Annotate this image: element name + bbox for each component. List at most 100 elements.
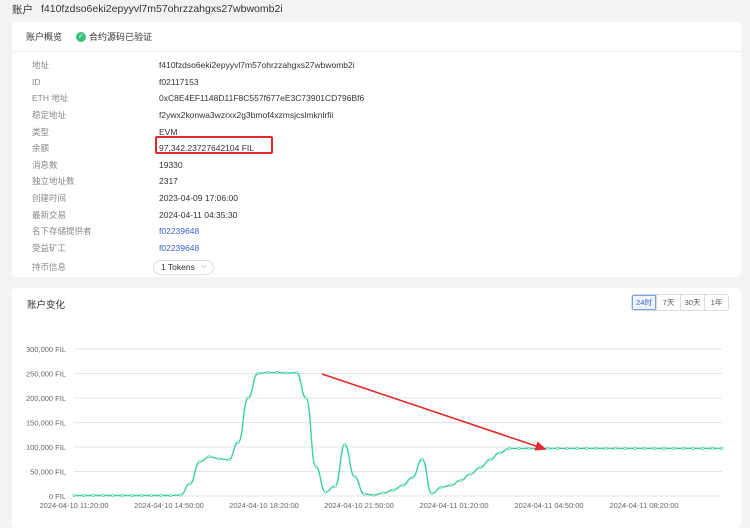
- data-point[interactable]: [449, 483, 453, 487]
- data-point[interactable]: [556, 446, 560, 450]
- data-point[interactable]: [130, 494, 134, 498]
- data-point[interactable]: [401, 483, 405, 487]
- data-point[interactable]: [498, 451, 502, 455]
- data-point[interactable]: [478, 466, 482, 470]
- data-point[interactable]: [381, 491, 385, 495]
- data-point[interactable]: [178, 493, 182, 497]
- info-row-link[interactable]: f02239648: [159, 226, 199, 236]
- info-row-key: ID: [32, 76, 41, 87]
- data-point[interactable]: [701, 446, 705, 450]
- data-point[interactable]: [517, 446, 521, 450]
- data-point[interactable]: [217, 457, 221, 461]
- info-row-key: 受益矿工: [32, 242, 67, 253]
- data-point[interactable]: [343, 443, 347, 447]
- data-point[interactable]: [604, 446, 608, 450]
- info-row: 稳定地址 f2ywx2konwa3wzrxx2g3bmof4xzmsjcslmkn…: [32, 107, 741, 124]
- data-point[interactable]: [352, 474, 356, 478]
- info-row-value: f02117153: [159, 76, 199, 87]
- data-point[interactable]: [101, 494, 105, 498]
- y-tick-label: 0 FIL: [49, 492, 66, 501]
- data-point[interactable]: [207, 455, 211, 459]
- overview-rows: 地址 f410fzdso6eki2epyyvl7m57ohrzzahgxs27wb…: [12, 52, 741, 278]
- data-point[interactable]: [140, 494, 144, 498]
- data-point[interactable]: [72, 494, 76, 498]
- data-point[interactable]: [681, 446, 685, 450]
- data-point[interactable]: [469, 472, 473, 476]
- y-tick-label: 200,000 FIL: [26, 394, 66, 403]
- info-row-key: 地址: [32, 60, 50, 71]
- data-point[interactable]: [391, 488, 395, 492]
- data-point[interactable]: [507, 446, 511, 450]
- data-point[interactable]: [91, 494, 95, 498]
- data-point[interactable]: [169, 494, 173, 498]
- data-point[interactable]: [720, 446, 724, 450]
- verified-tab[interactable]: ✓ 合约源码已验证: [76, 30, 152, 43]
- info-row-value: 0xC8E4EF1148D11F8C557f677eE3C73901CD796B…: [159, 93, 365, 104]
- tokens-dropdown-value: 1 Tokens: [161, 262, 195, 273]
- data-point[interactable]: [691, 446, 695, 450]
- data-point[interactable]: [198, 460, 202, 464]
- chevron-down-icon: ⌵: [200, 263, 207, 271]
- data-point[interactable]: [652, 446, 656, 450]
- info-row-link[interactable]: f02239648: [159, 243, 199, 253]
- range-button[interactable]: 24时: [632, 295, 656, 310]
- data-point[interactable]: [314, 465, 318, 469]
- range-button[interactable]: 7天: [656, 295, 680, 310]
- data-point[interactable]: [227, 458, 231, 462]
- data-point[interactable]: [411, 475, 415, 479]
- data-point[interactable]: [440, 485, 444, 489]
- data-point[interactable]: [294, 371, 298, 375]
- y-tick-label: 100,000 FIL: [26, 443, 66, 452]
- data-point[interactable]: [594, 446, 598, 450]
- account-change-card: 0 FIL 50,000 FIL 100,000 FIL 150,000 FIL 200…: [12, 288, 741, 528]
- data-point[interactable]: [159, 494, 163, 498]
- account-overview-card: 账户概览 ✓ 合约源码已验证 地址 f410fzdso6eki2epyyvl7m5…: [12, 22, 741, 277]
- data-point[interactable]: [362, 492, 366, 496]
- data-point[interactable]: [304, 396, 308, 400]
- data-point[interactable]: [488, 458, 492, 462]
- x-tick-label: 2024-04-11 04:50:00: [514, 501, 583, 510]
- account-change-chart: 0 FIL 50,000 FIL 100,000 FIL 150,000 FIL 200…: [26, 345, 724, 510]
- data-point[interactable]: [546, 446, 550, 450]
- info-row: 类型 EVM: [32, 123, 741, 140]
- data-point[interactable]: [149, 494, 153, 498]
- info-row: 地址 f410fzdso6eki2epyyvl7m57ohrzzahgxs27wb…: [32, 57, 741, 74]
- info-row-key: 类型: [32, 126, 50, 137]
- data-point[interactable]: [246, 396, 250, 400]
- tokens-dropdown[interactable]: 1 Tokens ⌵: [153, 259, 215, 275]
- data-point[interactable]: [82, 494, 86, 498]
- data-point[interactable]: [275, 371, 279, 375]
- data-point[interactable]: [236, 440, 240, 444]
- data-point[interactable]: [265, 371, 269, 375]
- data-point[interactable]: [459, 478, 463, 482]
- range-button[interactable]: 30天: [680, 295, 704, 310]
- data-point[interactable]: [430, 492, 434, 496]
- data-point[interactable]: [662, 446, 666, 450]
- data-point[interactable]: [527, 446, 531, 450]
- data-point[interactable]: [565, 446, 569, 450]
- data-point[interactable]: [585, 446, 589, 450]
- data-point[interactable]: [614, 446, 618, 450]
- data-point[interactable]: [672, 446, 676, 450]
- x-tick-label: 2024-04-10 21:50:00: [324, 501, 394, 510]
- range-button[interactable]: 1年: [704, 295, 728, 310]
- overview-tabs: 账户概览 ✓ 合约源码已验证: [12, 22, 741, 52]
- data-point[interactable]: [256, 372, 260, 376]
- data-point[interactable]: [710, 446, 714, 450]
- data-point[interactable]: [285, 371, 289, 375]
- y-tick-label: 150,000 FIL: [26, 419, 66, 428]
- data-point[interactable]: [323, 490, 327, 494]
- data-point[interactable]: [633, 446, 637, 450]
- data-point[interactable]: [111, 494, 115, 498]
- data-point[interactable]: [372, 493, 376, 497]
- data-point[interactable]: [575, 446, 579, 450]
- info-row-key: 稳定地址: [32, 110, 67, 121]
- data-point[interactable]: [623, 446, 627, 450]
- data-point[interactable]: [333, 484, 337, 488]
- info-row-key: 余额: [32, 143, 50, 154]
- tab-account-overview[interactable]: 账户概览: [26, 30, 62, 43]
- data-point[interactable]: [120, 494, 124, 498]
- data-point[interactable]: [420, 457, 424, 461]
- data-point[interactable]: [643, 446, 647, 450]
- data-point[interactable]: [188, 482, 192, 486]
